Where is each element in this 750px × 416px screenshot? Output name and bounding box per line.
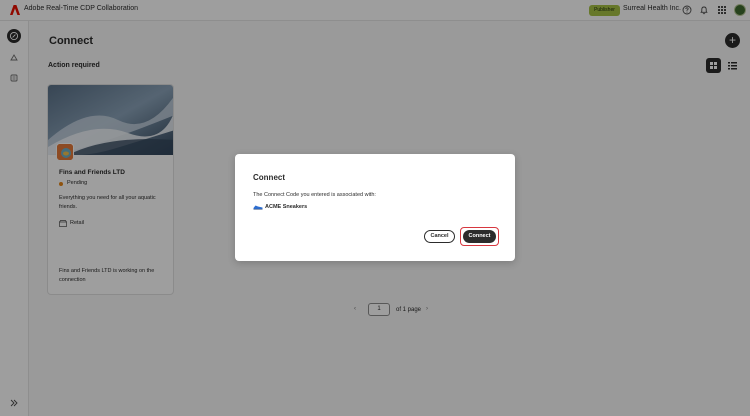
dialog-message: The Connect Code you entered is associat…	[253, 192, 376, 198]
connect-button[interactable]: Connect	[463, 230, 496, 243]
associated-brand-name: ACME Sneakers	[265, 204, 308, 210]
cancel-button[interactable]: Cancel	[424, 230, 455, 243]
dialog-title: Connect	[253, 173, 285, 182]
connect-dialog: Connect The Connect Code you entered is …	[235, 154, 515, 261]
sneaker-logo-icon	[253, 205, 263, 210]
